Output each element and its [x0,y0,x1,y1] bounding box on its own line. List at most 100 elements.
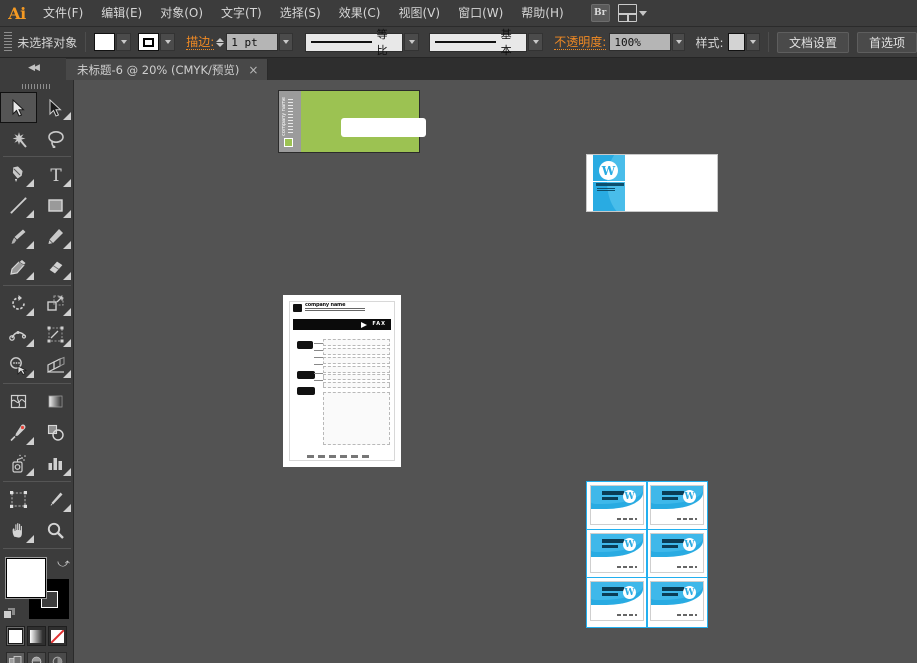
color-mode-none[interactable] [48,626,67,646]
lasso-tool[interactable] [37,123,74,154]
graphic-style-dropdown-button[interactable] [746,33,760,51]
menu-item-edit[interactable]: 编辑(E) [92,0,151,27]
width-profile-select[interactable]: 等比 [305,28,404,57]
draw-normal-mode[interactable] [6,652,25,663]
form-field [323,357,390,364]
opacity-input[interactable]: 100% [609,33,671,51]
width-tool[interactable] [0,319,37,350]
selection-tool[interactable] [0,92,37,123]
scale-tool[interactable] [37,288,74,319]
guide-line [647,481,648,628]
direct-selection-tool[interactable] [37,92,74,123]
fax-letterhead-artwork[interactable]: company name FAX [283,295,401,467]
default-fill-stroke-icon[interactable] [3,607,17,621]
menu-item-type[interactable]: 文字(T) [212,0,271,27]
eraser-tool[interactable] [37,252,74,283]
type-tool[interactable]: T [37,159,74,190]
stroke-dropdown-button[interactable] [160,33,176,51]
artboard-canvas[interactable]: company name W company name FAX W W W W … [74,80,917,663]
company-text-block [596,183,624,186]
document-tab-bar: ◀◀ 未标题-6 @ 20% (CMYK/预览) × [0,58,917,80]
rectangle-tool[interactable] [37,190,74,221]
menu-item-view[interactable]: 视图(V) [389,0,449,27]
document-footer [307,455,373,458]
perspective-grid-tool[interactable] [37,350,74,381]
menu-item-select[interactable]: 选择(S) [271,0,330,27]
preferences-button[interactable]: 首选项 [856,31,917,53]
blend-tool[interactable] [37,417,74,448]
selection-status-label: 未选择对象 [17,35,78,50]
business-card[interactable]: W [590,533,644,573]
draw-behind-mode[interactable] [27,652,46,663]
stroke-weight-stepper[interactable] [216,37,225,47]
brush-definition-select[interactable]: 基本 [429,28,528,57]
pencil-tool[interactable] [37,221,74,252]
line-segment-tool[interactable] [0,190,37,221]
stroke-weight-label[interactable]: 描边: [186,35,215,50]
menu-item-help[interactable]: 帮助(H) [512,0,572,27]
address-lines [288,99,293,135]
rotate-tool[interactable] [0,288,37,319]
brush-definition-control[interactable]: 基本 [429,28,544,57]
graphic-style-swatch[interactable] [727,33,746,51]
menu-item-effect[interactable]: 效果(C) [330,0,390,27]
control-bar-grip[interactable] [4,32,13,52]
close-icon[interactable]: × [248,64,258,76]
document-setup-button[interactable]: 文档设置 [776,31,849,53]
eyedropper-tool[interactable] [0,417,37,448]
business-card[interactable]: W [650,485,704,525]
column-graph-tool[interactable] [37,448,74,479]
envelope-blue-panel: W [593,155,625,211]
connector-line [314,380,323,381]
toolbox-drag-grip[interactable] [0,80,73,92]
paintbrush-tool[interactable] [0,221,37,252]
menu-item-object[interactable]: 对象(O) [151,0,212,27]
stroke-swatch[interactable] [138,33,160,51]
draw-inside-mode[interactable] [48,652,67,663]
fill-swatch[interactable] [94,33,116,51]
symbol-sprayer-tool[interactable] [0,448,37,479]
business-card[interactable]: W [650,581,704,621]
stroke-profile-preview-icon [311,41,372,43]
fill-color-control[interactable] [94,33,132,51]
mesh-tool[interactable] [0,386,37,417]
business-card-sheet-artwork[interactable]: W W W W W W [586,481,708,628]
collapse-panels-button[interactable]: ◀◀ [0,58,66,80]
brush-preview-icon [435,41,496,43]
slice-tool[interactable] [37,484,74,515]
business-card[interactable]: W [590,485,644,525]
business-card[interactable]: W [650,533,704,573]
menu-item-window[interactable]: 窗口(W) [449,0,512,27]
stroke-weight-input[interactable]: 1 pt [226,33,279,51]
gradient-tool[interactable] [37,386,74,417]
hand-tool[interactable] [0,515,37,546]
workspace-switcher[interactable] [617,4,647,22]
swap-fill-stroke-icon[interactable]: ⤻ [57,556,70,571]
width-profile-control[interactable]: 等比 [305,28,420,57]
width-profile-dropdown-button[interactable] [404,33,420,51]
color-mode-gradient[interactable] [27,626,46,646]
blob-brush-tool[interactable] [0,252,37,283]
shape-builder-tool[interactable] [0,350,37,381]
divider [85,32,87,52]
stroke-color-control[interactable] [138,33,176,51]
opacity-dropdown-button[interactable] [671,33,686,51]
pen-tool[interactable] [0,159,37,190]
business-card[interactable]: W [590,581,644,621]
fill-color-indicator[interactable] [6,558,46,598]
menu-item-file[interactable]: 文件(F) [34,0,92,27]
magic-wand-tool[interactable] [0,123,37,154]
zoom-tool[interactable] [37,515,74,546]
artboard-tool[interactable] [0,484,37,515]
document-tab[interactable]: 未标题-6 @ 20% (CMYK/预览) × [66,59,269,80]
green-envelope-artwork[interactable]: company name [278,90,426,153]
opacity-label[interactable]: 不透明度: [554,35,607,50]
blue-envelope-artwork[interactable]: W [586,154,718,212]
bridge-button[interactable]: Br [590,4,610,22]
tool-divider [3,156,71,157]
brush-definition-dropdown-button[interactable] [528,33,544,51]
fill-dropdown-button[interactable] [116,33,132,51]
color-mode-solid[interactable] [6,626,25,646]
free-transform-tool[interactable] [37,319,74,350]
stroke-weight-dropdown-button[interactable] [279,33,294,51]
